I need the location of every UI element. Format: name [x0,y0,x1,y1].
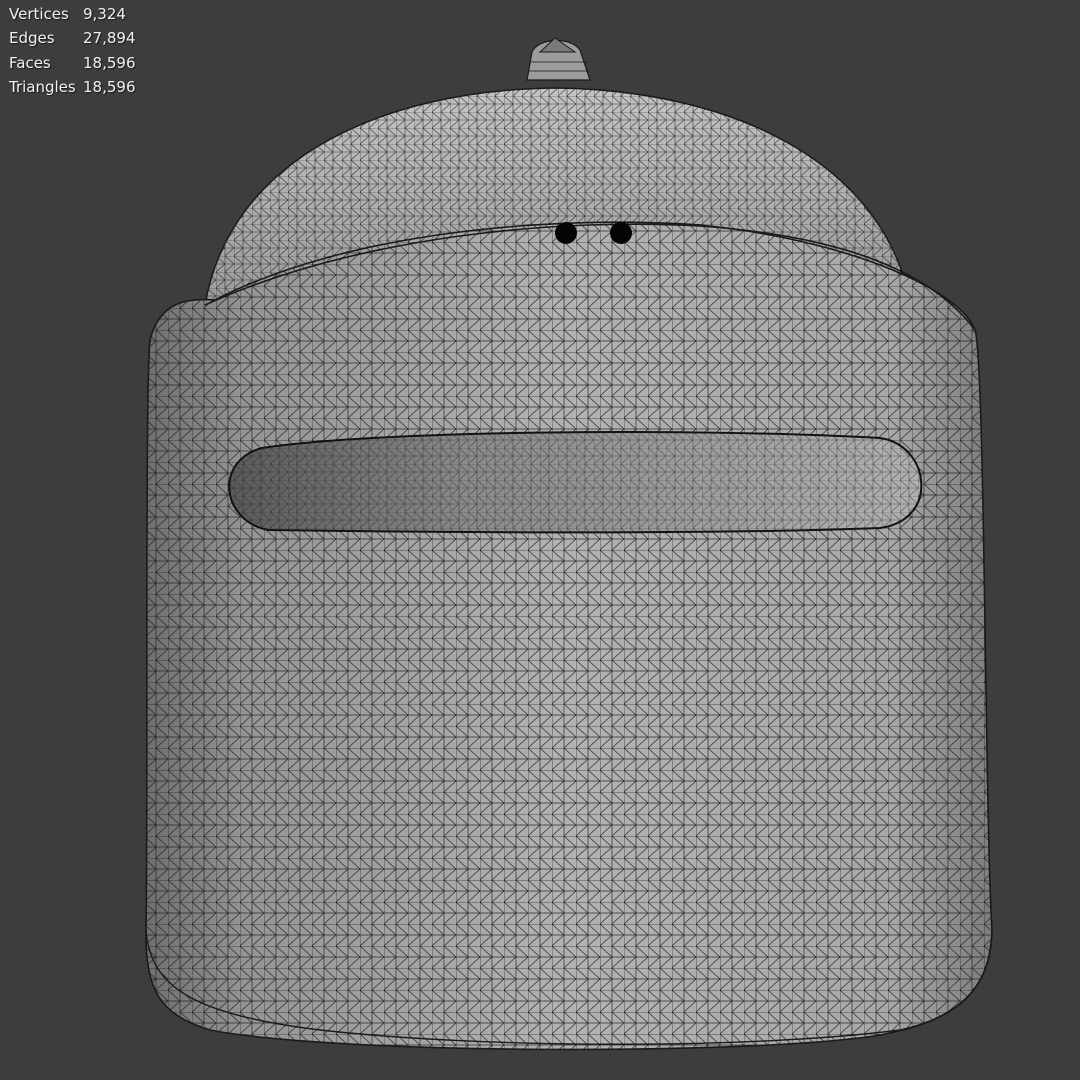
stat-label: Vertices [9,5,69,23]
helmet-mesh[interactable] [0,0,1080,1080]
top-knob [526,37,591,81]
stat-label: Faces [9,53,51,72]
stat-triangles: Triangles 18,596 [9,75,136,99]
stat-vertices: Vertices 9,324 [9,2,136,26]
stat-label: Edges [9,29,55,48]
stat-edges: Edges 27,894 [9,26,136,50]
stat-value: 27,894 [83,29,136,48]
stat-value: 9,324 [83,5,126,23]
statistics-overlay: Vertices 9,324 Edges 27,894 Faces 18,596… [9,2,136,99]
vent-hole-left [555,222,577,244]
stat-value: 18,596 [83,53,136,72]
helmet-body [145,221,993,1051]
vent-hole-right [610,222,632,244]
stat-label: Triangles [9,77,76,96]
stat-value: 18,596 [83,77,136,96]
stat-faces: Faces 18,596 [9,51,136,75]
3d-viewport[interactable]: Vertices 9,324 Edges 27,894 Faces 18,596… [0,0,1080,1080]
